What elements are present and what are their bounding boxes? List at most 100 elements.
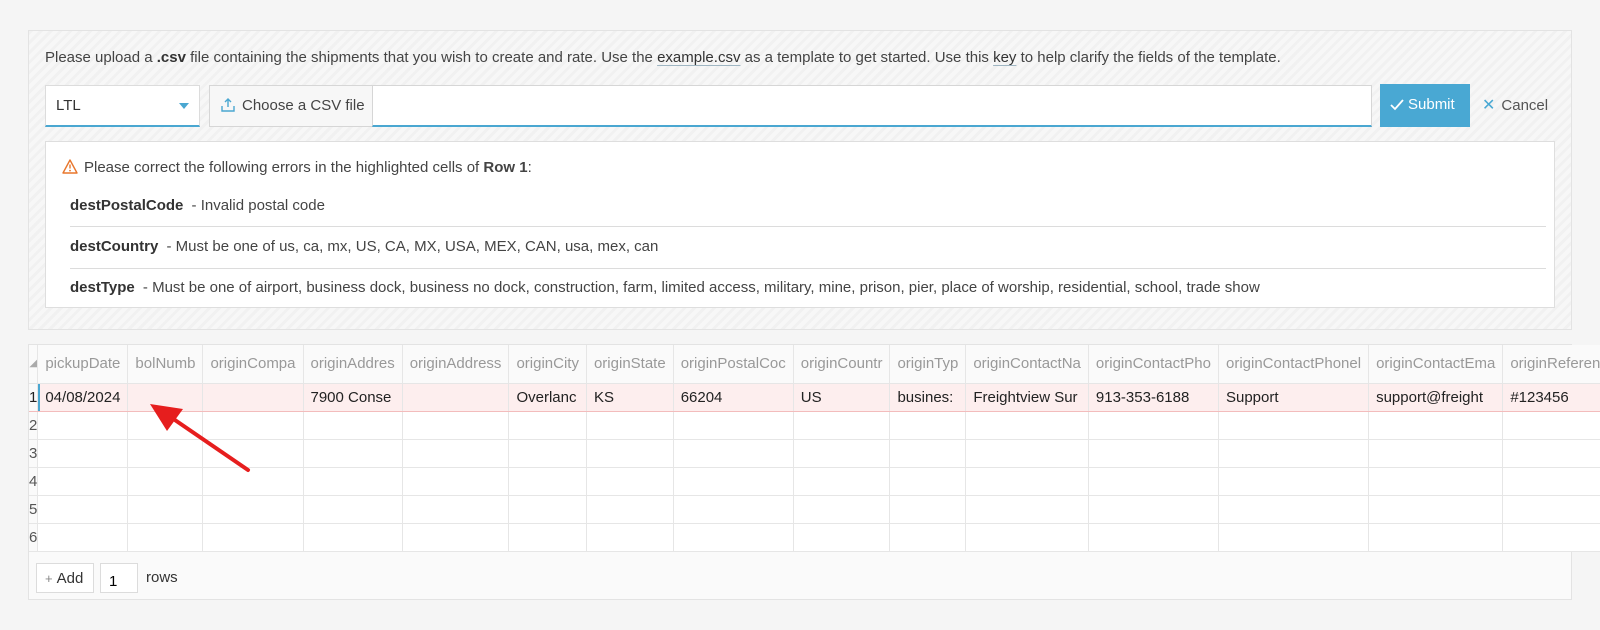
grid-cell[interactable]: [965, 467, 1089, 496]
grid-cell[interactable]: 7900 Conse: [303, 383, 403, 412]
column-header[interactable]: originCity: [508, 345, 587, 384]
row-number[interactable]: 3: [29, 439, 39, 468]
grid-cell[interactable]: [303, 523, 403, 552]
grid-cell[interactable]: 66204: [673, 383, 794, 412]
cancel-button[interactable]: ✕ Cancel: [1482, 95, 1548, 115]
grid-cell[interactable]: [965, 523, 1089, 552]
file-name-field[interactable]: [372, 85, 1372, 127]
grid-cell[interactable]: [37, 495, 129, 524]
grid-cell[interactable]: [673, 467, 794, 496]
grid-cell[interactable]: Freightview Sur: [965, 383, 1089, 412]
grid-cell[interactable]: [673, 495, 794, 524]
grid-cell[interactable]: support@freight: [1368, 383, 1504, 412]
grid-cell[interactable]: [793, 467, 891, 496]
grid-cell[interactable]: busines:: [889, 383, 967, 412]
grid-cell[interactable]: [586, 439, 674, 468]
grid-cell[interactable]: [402, 383, 510, 412]
column-header[interactable]: originContactNa: [965, 345, 1089, 384]
row-number[interactable]: 6: [29, 523, 39, 552]
column-header[interactable]: originAddres: [303, 345, 403, 384]
grid-cell[interactable]: [402, 523, 510, 552]
grid-cell[interactable]: [673, 439, 794, 468]
grid-cell[interactable]: [586, 495, 674, 524]
column-header[interactable]: originPostalCoc: [673, 345, 794, 384]
add-rows-button[interactable]: + Add: [36, 563, 94, 593]
row-count-input[interactable]: [100, 563, 138, 593]
example-csv-link[interactable]: example.csv: [657, 49, 740, 66]
grid-cell[interactable]: [1502, 523, 1600, 552]
grid-cell[interactable]: [303, 439, 403, 468]
column-header[interactable]: originContactPhonel: [1218, 345, 1370, 384]
grid-cell[interactable]: [793, 439, 891, 468]
grid-cell[interactable]: [889, 467, 967, 496]
column-header[interactable]: pickupDate: [37, 345, 129, 384]
grid-cell[interactable]: [1088, 467, 1219, 496]
grid-cell[interactable]: [1218, 467, 1370, 496]
grid-cell[interactable]: 04/08/2024: [37, 383, 129, 412]
column-header[interactable]: originReference: [1502, 345, 1600, 384]
grid-cell[interactable]: [1088, 411, 1219, 440]
grid-cell[interactable]: [1088, 439, 1219, 468]
column-header[interactable]: originTyp: [889, 345, 967, 384]
row-number[interactable]: 4: [29, 467, 39, 496]
grid-cell[interactable]: [127, 523, 204, 552]
grid-cell[interactable]: [202, 467, 304, 496]
grid-cell[interactable]: [37, 439, 129, 468]
grid-cell[interactable]: [202, 439, 304, 468]
grid-cell[interactable]: [202, 523, 304, 552]
column-header[interactable]: originState: [586, 345, 674, 384]
grid-cell[interactable]: 913-353-6188: [1088, 383, 1219, 412]
grid-cell[interactable]: [508, 523, 587, 552]
grid-cell[interactable]: [37, 523, 129, 552]
grid-cell[interactable]: [889, 411, 967, 440]
column-header[interactable]: originCompa: [202, 345, 304, 384]
grid-cell[interactable]: [1088, 495, 1219, 524]
submit-button[interactable]: Submit: [1380, 84, 1470, 127]
row-number[interactable]: 5: [29, 495, 39, 524]
grid-cell[interactable]: [889, 495, 967, 524]
grid-cell[interactable]: [586, 411, 674, 440]
grid-cell[interactable]: [402, 467, 510, 496]
grid-cell[interactable]: US: [793, 383, 891, 412]
grid-cell[interactable]: [1368, 439, 1504, 468]
grid-cell[interactable]: [793, 523, 891, 552]
grid-cell[interactable]: [1218, 523, 1370, 552]
choose-file-button[interactable]: Choose a CSV file: [209, 85, 372, 127]
grid-cell[interactable]: [127, 467, 204, 496]
grid-cell[interactable]: Support: [1218, 383, 1370, 412]
row-number[interactable]: 2: [29, 411, 39, 440]
grid-cell[interactable]: [508, 439, 587, 468]
grid-cell[interactable]: [586, 467, 674, 496]
grid-cell[interactable]: [303, 495, 403, 524]
grid-cell[interactable]: [1502, 467, 1600, 496]
grid-cell[interactable]: [965, 411, 1089, 440]
grid-cell[interactable]: [1368, 495, 1504, 524]
grid-cell[interactable]: [127, 439, 204, 468]
grid-cell[interactable]: [1218, 411, 1370, 440]
grid-cell[interactable]: [303, 411, 403, 440]
grid-cell[interactable]: [586, 523, 674, 552]
grid-cell[interactable]: [1218, 495, 1370, 524]
grid-cell[interactable]: [402, 495, 510, 524]
shipment-mode-select[interactable]: LTL: [45, 85, 200, 127]
grid-cell[interactable]: [37, 467, 129, 496]
grid-cell[interactable]: #123456: [1502, 383, 1600, 412]
grid-cell[interactable]: [889, 439, 967, 468]
grid-cell[interactable]: [508, 467, 587, 496]
grid-cell[interactable]: Overlanc: [508, 383, 587, 412]
grid-cell[interactable]: [402, 439, 510, 468]
column-header[interactable]: originCountr: [793, 345, 891, 384]
grid-cell[interactable]: [127, 411, 204, 440]
column-header[interactable]: bolNumb: [127, 345, 204, 384]
grid-cell[interactable]: [889, 523, 967, 552]
grid-cell[interactable]: [1368, 523, 1504, 552]
grid-cell[interactable]: [1368, 467, 1504, 496]
grid-cell[interactable]: [673, 411, 794, 440]
grid-cell[interactable]: [965, 495, 1089, 524]
row-number[interactable]: 1: [29, 383, 39, 412]
grid-cell[interactable]: [303, 467, 403, 496]
grid-cell[interactable]: [1218, 439, 1370, 468]
grid-cell[interactable]: [1368, 411, 1504, 440]
grid-cell[interactable]: [402, 411, 510, 440]
grid-cell[interactable]: [127, 383, 204, 412]
